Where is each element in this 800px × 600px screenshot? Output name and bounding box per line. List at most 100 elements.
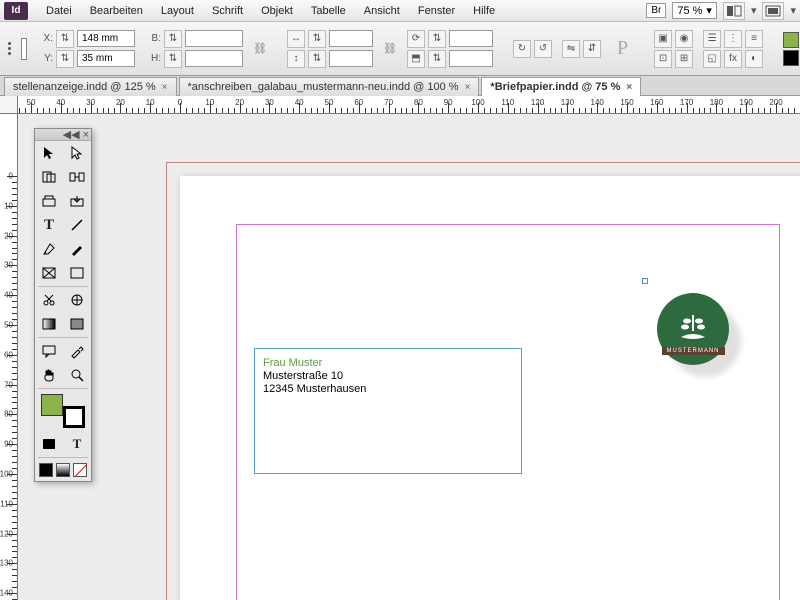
flip-v-icon[interactable]: ⇵ xyxy=(583,40,601,58)
panel-grip-icon[interactable] xyxy=(8,42,11,55)
pencil-tool[interactable] xyxy=(63,237,91,261)
p-icon[interactable]: P xyxy=(611,37,634,60)
text-format-icon[interactable]: T xyxy=(63,432,91,456)
align-icon[interactable]: ☰ xyxy=(703,30,721,48)
address-text-frame[interactable]: Frau Muster Musterstraße 10 12345 Muster… xyxy=(254,348,522,474)
height-input[interactable] xyxy=(185,50,243,67)
flip-h-icon[interactable]: ⇋ xyxy=(562,40,580,58)
menu-view[interactable]: Ansicht xyxy=(356,3,408,19)
rotate-cw-icon[interactable]: ↻ xyxy=(513,40,531,58)
gap-tool[interactable] xyxy=(63,165,91,189)
screen-mode-icon[interactable] xyxy=(762,2,784,20)
tab-briefpapier[interactable]: *Briefpapier.indd @ 75 %× xyxy=(481,77,641,96)
x-input[interactable] xyxy=(77,30,135,47)
menu-window[interactable]: Fenster xyxy=(410,3,463,19)
apply-none[interactable] xyxy=(73,463,87,477)
page-tool[interactable] xyxy=(35,165,63,189)
close-icon[interactable]: × xyxy=(83,129,89,141)
width-input[interactable] xyxy=(185,30,243,47)
stepper-icon[interactable]: ⇅ xyxy=(56,30,74,48)
gradient-feather-tool[interactable] xyxy=(63,312,91,336)
apply-gradient[interactable] xyxy=(56,463,70,477)
scale-y-input[interactable] xyxy=(329,50,373,67)
rotate-ccw-icon[interactable]: ↺ xyxy=(534,40,552,58)
zoom-tool[interactable] xyxy=(63,363,91,387)
corner-icon[interactable]: ◱ xyxy=(703,50,721,68)
scissors-tool[interactable] xyxy=(35,288,63,312)
apply-color[interactable] xyxy=(39,463,53,477)
rotate-icon[interactable]: ⟳ xyxy=(407,30,425,48)
constrain-scale-icon[interactable]: ⛓ xyxy=(383,31,397,67)
ruler-origin[interactable] xyxy=(0,96,18,114)
color-wells[interactable] xyxy=(37,392,89,430)
reference-point[interactable] xyxy=(21,38,27,60)
menu-help[interactable]: Hilfe xyxy=(465,3,503,19)
distribute-icon[interactable]: ⋮ xyxy=(724,30,742,48)
tab-anschreiben[interactable]: *anschreiben_galabau_mustermann-neu.indd… xyxy=(179,77,480,96)
selection-handle[interactable] xyxy=(642,278,648,284)
select-container-icon[interactable]: ▣ xyxy=(654,30,672,48)
zoom-level[interactable]: 75 %▾ xyxy=(672,2,717,19)
stepper-icon[interactable]: ⇅ xyxy=(308,30,326,48)
note-tool[interactable] xyxy=(35,339,63,363)
scale-x-icon[interactable]: ↔ xyxy=(287,30,305,48)
selection-tool[interactable] xyxy=(35,141,63,165)
menu-file[interactable]: Datei xyxy=(38,3,80,19)
menu-object[interactable]: Objekt xyxy=(253,3,301,19)
stepper-icon[interactable]: ⇅ xyxy=(56,50,74,68)
canvas[interactable]: MUSTERMANN Frau Muster Musterstraße 10 1… xyxy=(18,114,800,600)
rectangle-frame-tool[interactable] xyxy=(35,261,63,285)
horizontal-ruler[interactable]: 6050403020100102030405060708090100110120… xyxy=(18,96,800,114)
rotate-input[interactable] xyxy=(449,30,493,47)
effects-icon[interactable]: fx xyxy=(724,50,742,68)
close-icon[interactable]: × xyxy=(626,82,632,93)
stepper-icon[interactable]: ⇅ xyxy=(428,50,446,68)
hand-tool[interactable] xyxy=(35,363,63,387)
vertical-ruler[interactable]: 0102030405060708090100110120130140 xyxy=(0,114,18,600)
close-icon[interactable]: × xyxy=(465,82,471,93)
tab-stellenanzeige[interactable]: stellenanzeige.indd @ 125 %× xyxy=(4,77,177,96)
content-collector-tool[interactable] xyxy=(35,189,63,213)
menu-table[interactable]: Tabelle xyxy=(303,3,354,19)
logo-frame[interactable]: MUSTERMANN xyxy=(650,286,736,372)
chevron-down-icon[interactable]: ▾ xyxy=(751,4,757,17)
panel-header[interactable]: ◀◀× xyxy=(35,129,91,141)
content-placer-tool[interactable] xyxy=(63,189,91,213)
menu-edit[interactable]: Bearbeiten xyxy=(82,3,151,19)
view-mode-icon[interactable] xyxy=(723,2,745,20)
scale-x-input[interactable] xyxy=(329,30,373,47)
wrap-icon[interactable]: ≡ xyxy=(745,30,763,48)
constrain-icon[interactable]: ⛓ xyxy=(253,31,267,67)
fill-icon[interactable]: ⊞ xyxy=(675,50,693,68)
eyedropper-tool[interactable] xyxy=(63,339,91,363)
select-content-icon[interactable]: ◉ xyxy=(675,30,693,48)
shear-input[interactable] xyxy=(449,50,493,67)
stroke-color[interactable] xyxy=(63,406,85,428)
direct-selection-tool[interactable] xyxy=(63,141,91,165)
free-transform-tool[interactable] xyxy=(63,288,91,312)
y-input[interactable] xyxy=(77,50,135,67)
rectangle-tool[interactable] xyxy=(63,261,91,285)
fill-color[interactable] xyxy=(41,394,63,416)
pen-tool[interactable] xyxy=(35,237,63,261)
fill-swatch[interactable] xyxy=(783,32,799,48)
fit-icon[interactable]: ⊡ xyxy=(654,50,672,68)
menu-type[interactable]: Schrift xyxy=(204,3,251,19)
container-format-icon[interactable] xyxy=(35,432,63,456)
opacity-icon[interactable]: ◐ xyxy=(745,50,763,68)
menu-layout[interactable]: Layout xyxy=(153,3,202,19)
stroke-swatch[interactable] xyxy=(783,50,799,66)
bridge-button[interactable]: Br xyxy=(646,3,666,18)
chevron-down-icon[interactable]: ▾ xyxy=(790,4,796,17)
scale-y-icon[interactable]: ↕ xyxy=(287,50,305,68)
stepper-icon[interactable]: ⇅ xyxy=(428,30,446,48)
collapse-icon[interactable]: ◀◀ xyxy=(63,128,80,141)
line-tool[interactable] xyxy=(63,213,91,237)
stepper-icon[interactable]: ⇅ xyxy=(164,50,182,68)
stepper-icon[interactable]: ⇅ xyxy=(308,50,326,68)
type-tool[interactable]: T xyxy=(35,213,63,237)
shear-icon[interactable]: ⬒ xyxy=(407,50,425,68)
gradient-swatch-tool[interactable] xyxy=(35,312,63,336)
close-icon[interactable]: × xyxy=(162,82,168,93)
stepper-icon[interactable]: ⇅ xyxy=(164,30,182,48)
